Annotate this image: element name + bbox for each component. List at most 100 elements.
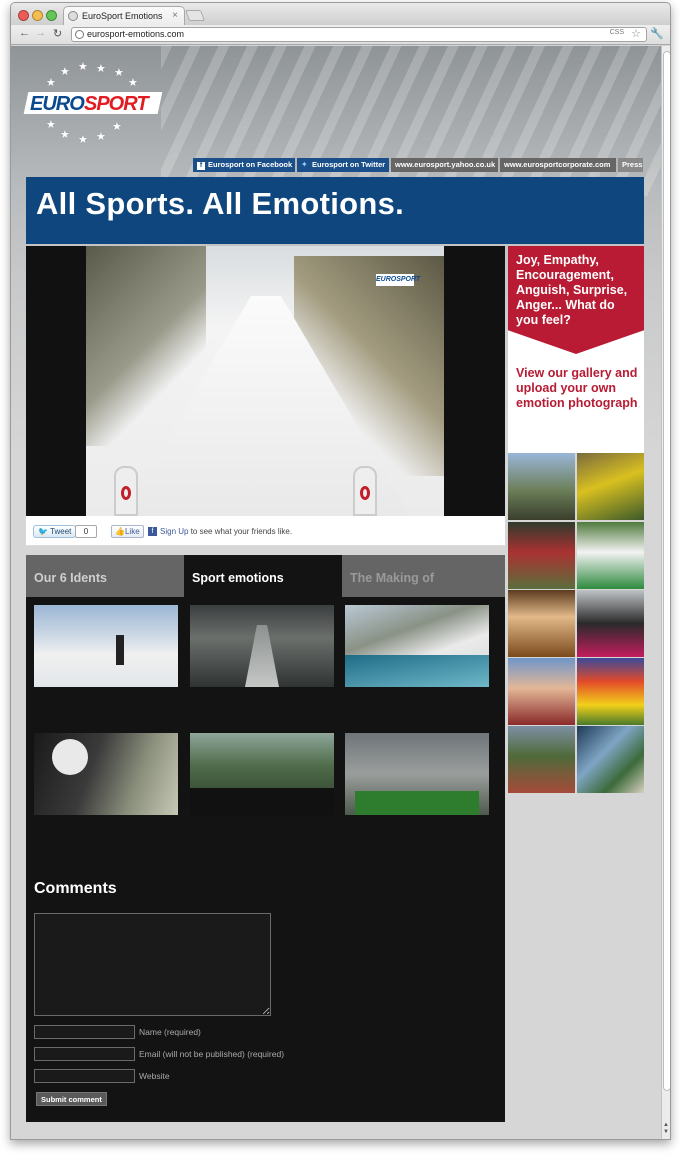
facebook-link[interactable]: f Eurosport on Facebook (193, 158, 295, 172)
page-scrollbar[interactable]: ▲ ▼ (661, 46, 670, 1139)
gallery-photo[interactable] (508, 658, 575, 725)
bird-icon: 🐦 (38, 527, 48, 536)
name-label: Name (required) (139, 1027, 201, 1037)
promo-question: Joy, Empathy, Encouragement, Anguish, Su… (516, 253, 628, 327)
gallery-photo[interactable] (577, 590, 644, 657)
star-icon: ★ (112, 121, 122, 133)
forward-arrow-icon[interactable]: → (35, 27, 46, 39)
eurosport-logo[interactable]: ★ ★ ★ ★ ★ ★ ★ ★ ★ ★ ★ EURO SPORT (23, 60, 163, 146)
favicon-icon (68, 11, 78, 21)
gallery-photo[interactable] (508, 726, 575, 793)
name-field[interactable] (34, 1025, 135, 1039)
minimize-window-button[interactable] (32, 10, 43, 21)
address-bar[interactable]: eurosport-emotions.com CSS ☆ (71, 27, 647, 42)
ski-jump-ramp (245, 625, 279, 687)
tab-sport-emotions[interactable]: Sport emotions (184, 555, 342, 597)
video-frame: EUROSPORT (86, 246, 444, 516)
tab-title: EuroSport Emotions (82, 11, 163, 21)
video-thumbnail[interactable] (34, 733, 178, 815)
star-icon: ★ (60, 129, 70, 141)
star-icon: ★ (78, 134, 88, 146)
video-watermark: EUROSPORT (376, 274, 420, 286)
zoom-window-button[interactable] (46, 10, 57, 21)
star-icon: ★ (96, 131, 106, 143)
social-bar: 🐦 Tweet 0 👍Like f Sign Up to see what yo… (26, 516, 505, 546)
comment-textarea[interactable] (34, 913, 271, 1016)
star-icon: ★ (46, 119, 56, 131)
twitter-link-label: Eurosport on Twitter (312, 160, 386, 169)
driver-helmet (52, 739, 88, 775)
close-tab-icon[interactable]: × (172, 10, 178, 21)
thumbs-up-icon: 👍 (115, 527, 125, 536)
right-ski (353, 466, 377, 516)
twitter-link[interactable]: ✦ Eurosport on Twitter (297, 158, 389, 172)
gallery-photo[interactable] (577, 453, 644, 520)
left-ski (114, 466, 138, 516)
corporate-link[interactable]: www.eurosportcorporate.com (500, 158, 616, 172)
signup-suffix: to see what your friends like. (188, 527, 293, 536)
url-text: eurosport-emotions.com (87, 29, 185, 39)
facebook-small-icon: f (148, 527, 157, 536)
window-controls (18, 8, 60, 26)
wrench-icon[interactable]: 🔧 (650, 27, 664, 40)
star-icon: ★ (128, 77, 138, 89)
signup-link[interactable]: Sign Up (160, 527, 188, 536)
video-thumbnail[interactable] (345, 733, 489, 815)
star-icon: ★ (46, 77, 56, 89)
ice-track (345, 655, 489, 687)
hero-stripes (161, 46, 661, 196)
browser-window: EuroSport Emotions × ← → ↻ eurosport-emo… (10, 2, 671, 1140)
content-panel: Our 6 Idents Sport emotions The Making o… (26, 555, 505, 1122)
bookmark-star-icon[interactable]: ☆ (631, 27, 641, 40)
gallery-photo[interactable] (577, 658, 644, 725)
gallery-link[interactable]: View our gallery and upload your own emo… (516, 366, 640, 411)
back-arrow-icon[interactable]: ← (19, 27, 30, 39)
comments-heading: Comments (34, 880, 117, 897)
like-button[interactable]: 👍Like (111, 525, 144, 538)
star-icon: ★ (114, 67, 124, 79)
tweet-label: Tweet (50, 527, 72, 536)
star-icon: ★ (96, 63, 106, 75)
website-field[interactable] (34, 1069, 135, 1083)
ski-logo-icon (121, 486, 131, 500)
car-hood (355, 791, 479, 815)
tweet-button[interactable]: 🐦 Tweet (33, 525, 77, 538)
gallery-photo[interactable] (577, 726, 644, 793)
gallery-photo[interactable] (508, 453, 575, 520)
page-title: All Sports. All Emotions. (36, 186, 405, 221)
gallery-photo[interactable] (508, 522, 575, 589)
twitter-icon: ✦ (301, 160, 308, 169)
scrollbar-thumb[interactable] (663, 51, 670, 1091)
logo-sport-text: SPORT (84, 93, 149, 115)
skier-figure (116, 635, 124, 665)
browser-tab[interactable]: EuroSport Emotions × (63, 6, 185, 25)
video-thumbnail[interactable] (190, 605, 334, 687)
press-link[interactable]: Press (618, 158, 643, 172)
tweet-count: 0 (75, 525, 97, 538)
new-tab-button[interactable] (184, 10, 206, 21)
headline-banner: All Sports. All Emotions. (26, 177, 644, 244)
video-thumbnail[interactable] (190, 733, 334, 815)
video-thumbnail[interactable] (34, 605, 178, 687)
tab-making-of[interactable]: The Making of (342, 555, 505, 597)
scroll-arrows-icon[interactable]: ▲ ▼ (663, 1122, 669, 1136)
close-window-button[interactable] (18, 10, 29, 21)
email-field[interactable] (34, 1047, 135, 1061)
emotion-photo-grid (508, 453, 644, 795)
gallery-photo[interactable] (577, 522, 644, 589)
star-icon: ★ (60, 66, 70, 78)
video-player[interactable]: EUROSPORT (26, 246, 505, 516)
yahoo-link[interactable]: www.eurosport.yahoo.co.uk (391, 158, 498, 172)
car-dashboard (190, 788, 334, 815)
gallery-photo[interactable] (508, 590, 575, 657)
signup-text: Sign Up to see what your friends like. (160, 527, 292, 536)
ski-logo-icon (360, 486, 370, 500)
emotion-promo[interactable]: Joy, Empathy, Encouragement, Anguish, Su… (508, 246, 644, 453)
submit-comment-button[interactable]: Submit comment (36, 1092, 107, 1106)
like-label: Like (124, 527, 140, 536)
logo-euro-text: EURO (30, 93, 85, 115)
video-thumbnail[interactable] (345, 605, 489, 687)
reload-icon[interactable]: ↻ (53, 27, 62, 40)
tab-our-6-idents[interactable]: Our 6 Idents (26, 555, 184, 597)
css-badge[interactable]: CSS (610, 29, 624, 36)
